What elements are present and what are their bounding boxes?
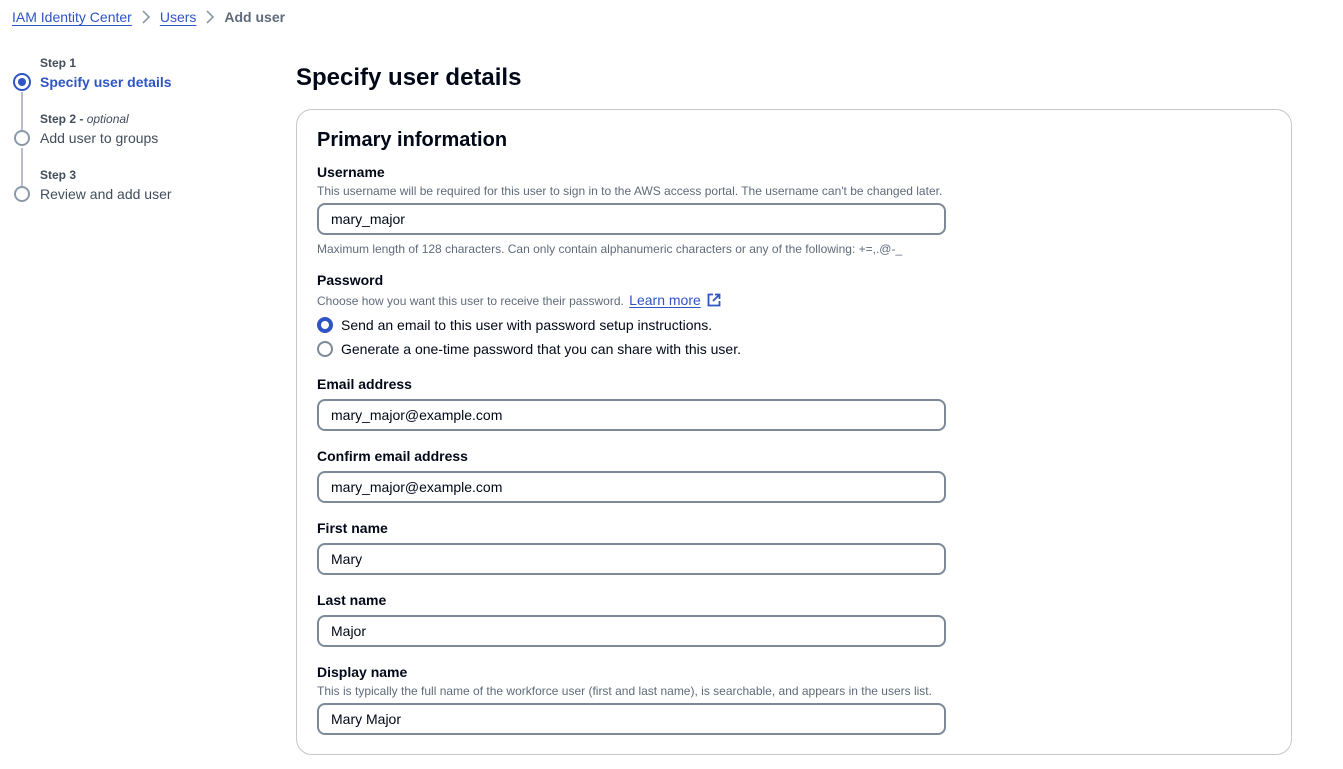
email-input[interactable] <box>317 399 946 431</box>
wizard-step-1[interactable]: Step 1 Specify user details <box>12 56 272 130</box>
step-number: Step 2 - optional <box>40 112 129 126</box>
page-title: Specify user details <box>296 64 522 91</box>
first-name-field: First name <box>317 519 946 575</box>
password-label: Password <box>317 272 384 288</box>
confirm-email-label: Confirm email address <box>317 448 468 464</box>
password-option-one-time[interactable]: Generate a one-time password that you ca… <box>317 337 741 361</box>
password-field: Password Choose how you want this user t… <box>317 271 741 361</box>
breadcrumb: IAM Identity Center Users Add user <box>12 9 285 25</box>
wizard-step-2[interactable]: Step 2 - optional Add user to groups <box>12 112 272 186</box>
radio-checked-icon[interactable] <box>317 317 333 333</box>
last-name-label: Last name <box>317 592 387 608</box>
step-number: Step 1 <box>40 56 77 70</box>
step-title: Review and add user <box>40 186 172 202</box>
last-name-input[interactable] <box>317 615 946 647</box>
email-field: Email address <box>317 375 946 431</box>
radio-label: Send an email to this user with password… <box>341 317 713 333</box>
username-description: This username will be required for this … <box>317 184 943 198</box>
section-title: Primary information <box>317 129 508 151</box>
display-name-input[interactable] <box>317 703 946 735</box>
username-input[interactable] <box>317 203 946 235</box>
step-inactive-icon <box>14 130 30 146</box>
password-description: Choose how you want this user to receive… <box>317 292 741 311</box>
primary-information-container: Primary information Username This userna… <box>296 109 1292 755</box>
display-name-description: This is typically the full name of the w… <box>317 684 932 698</box>
password-description-text: Choose how you want this user to receive… <box>317 294 624 308</box>
step-active-icon <box>13 73 31 91</box>
learn-more-link[interactable]: Learn more <box>629 292 701 308</box>
chevron-right-icon <box>132 10 160 24</box>
breadcrumb-users[interactable]: Users <box>160 9 197 25</box>
first-name-input[interactable] <box>317 543 946 575</box>
wizard-steps: Step 1 Specify user details Step 2 - opt… <box>12 56 272 224</box>
username-label: Username <box>317 164 385 180</box>
display-name-field: Display name This is typically the full … <box>317 663 946 735</box>
step-number: Step 3 <box>40 168 77 182</box>
wizard-step-3[interactable]: Step 3 Review and add user <box>12 168 272 224</box>
external-link-icon[interactable] <box>707 293 721 311</box>
breadcrumb-iam-identity-center[interactable]: IAM Identity Center <box>12 9 132 25</box>
step-title: Specify user details <box>40 74 172 90</box>
confirm-email-field: Confirm email address <box>317 447 946 503</box>
step-number-text: Step 2 <box>40 112 77 126</box>
chevron-right-icon <box>196 10 224 24</box>
display-name-label: Display name <box>317 664 408 680</box>
email-label: Email address <box>317 376 412 392</box>
step-title: Add user to groups <box>40 130 159 146</box>
radio-label: Generate a one-time password that you ca… <box>341 341 741 357</box>
step-inactive-icon <box>14 186 30 202</box>
breadcrumb-current: Add user <box>224 9 286 25</box>
confirm-email-input[interactable] <box>317 471 946 503</box>
password-option-email[interactable]: Send an email to this user with password… <box>317 313 741 337</box>
username-constraint: Maximum length of 128 characters. Can on… <box>317 242 903 256</box>
username-field: Username This username will be required … <box>317 163 946 257</box>
radio-unchecked-icon[interactable] <box>317 341 333 357</box>
first-name-label: First name <box>317 520 388 536</box>
last-name-field: Last name <box>317 591 946 647</box>
step-optional: optional <box>86 112 129 126</box>
